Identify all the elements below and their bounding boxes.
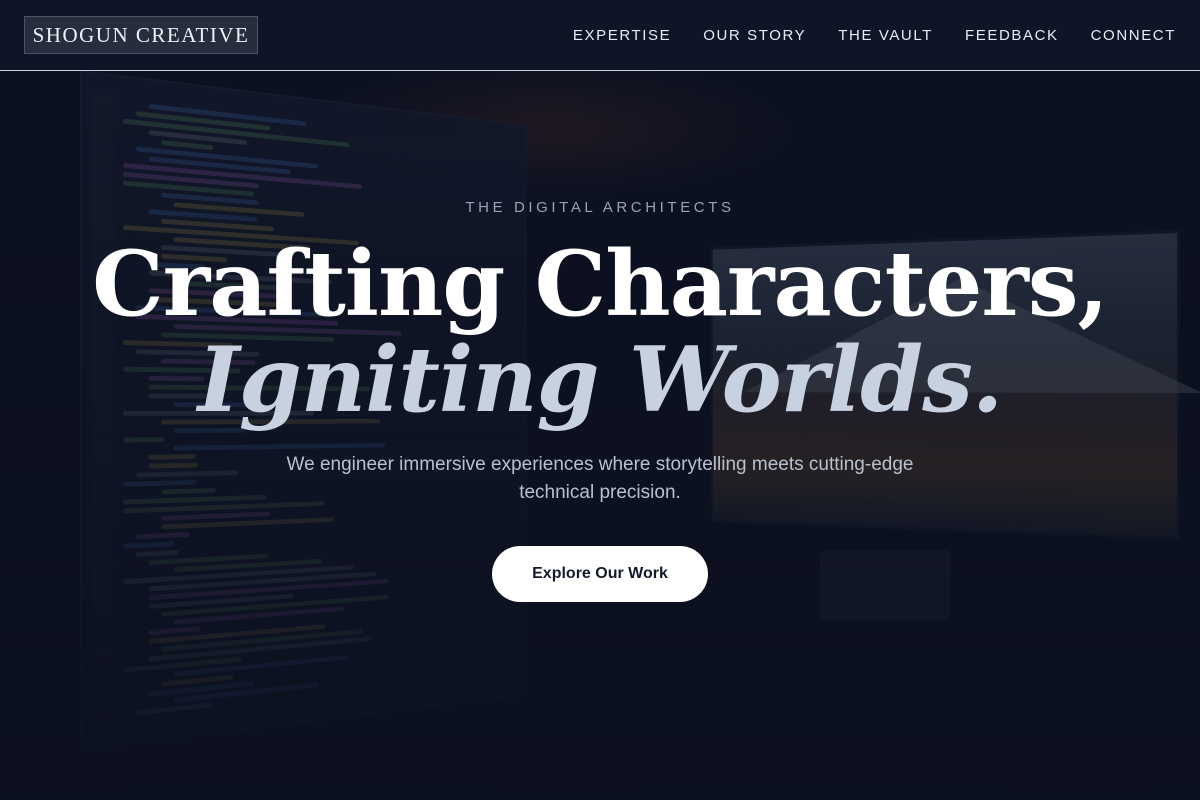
nav-item-our-story[interactable]: OUR STORY bbox=[703, 27, 806, 44]
main-nav: EXPERTISE OUR STORY THE VAULT FEEDBACK C… bbox=[573, 0, 1176, 70]
nav-item-the-vault[interactable]: THE VAULT bbox=[838, 27, 933, 44]
brand-logo[interactable]: SHOGUN CREATIVE bbox=[24, 16, 258, 54]
hero-eyebrow: THE DIGITAL ARCHITECTS bbox=[465, 199, 735, 216]
nav-item-connect[interactable]: CONNECT bbox=[1091, 27, 1176, 44]
hero-section: THE DIGITAL ARCHITECTS Crafting Characte… bbox=[0, 71, 1200, 800]
nav-item-feedback[interactable]: FEEDBACK bbox=[965, 27, 1059, 44]
hero-headline-line2: Igniting Worlds. bbox=[197, 327, 1003, 433]
explore-work-button[interactable]: Explore Our Work bbox=[492, 546, 708, 602]
site-header: SHOGUN CREATIVE EXPERTISE OUR STORY THE … bbox=[0, 0, 1200, 71]
hero-subtitle: We engineer immersive experiences where … bbox=[286, 454, 914, 503]
hero-headline-line1: Crafting Characters, bbox=[92, 231, 1109, 337]
nav-item-expertise[interactable]: EXPERTISE bbox=[573, 27, 671, 44]
